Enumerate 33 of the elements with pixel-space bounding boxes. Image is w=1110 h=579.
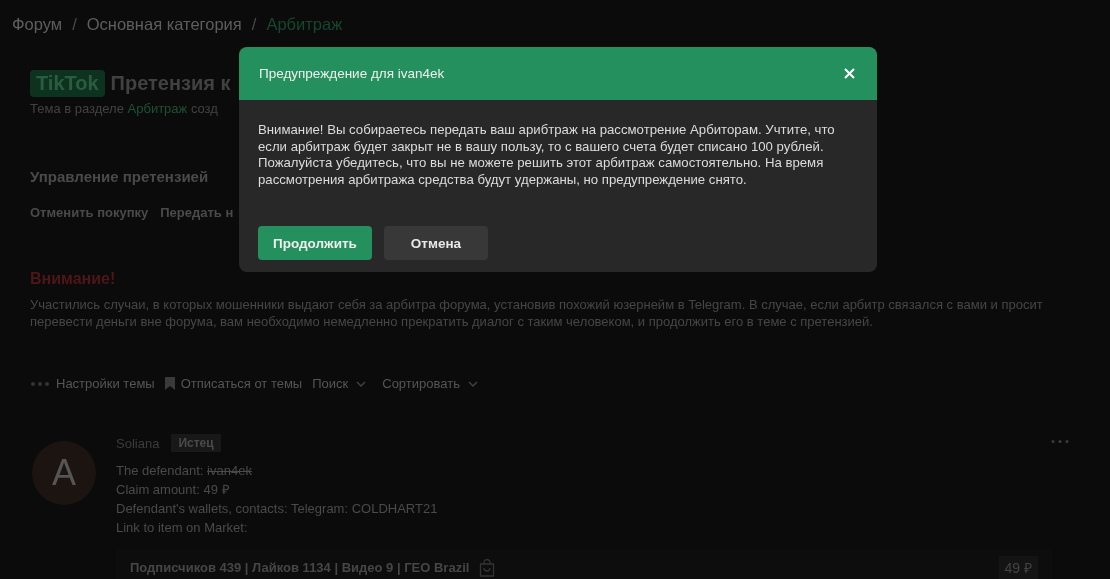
breadcrumb-link[interactable]: Арбитраж	[266, 14, 343, 34]
breadcrumb-link[interactable]: Основная категория	[86, 14, 242, 34]
close-icon[interactable]	[844, 68, 855, 79]
section-heading: Управление претензией	[30, 168, 209, 185]
chevron-icon	[467, 380, 478, 387]
toolbar-link[interactable]: Настройки темы	[56, 376, 155, 391]
dialog-message: Внимание! Вы собираетесь передать ваш арибтраж на рассмотрение Арбиторам. Учтите, что если арбитраж будет закрыт не в вашу пользу, то с вашего счета будет списано 100 рублей. Пожалуйста убедитесь, что вы не можете решить этот арбитраж самостоятельно. На время рассмотрения арбитража средства будут удержаны, но предупреждение снято.	[257, 121, 836, 188]
field-label: The defendant:	[116, 463, 204, 478]
chevron-icon	[356, 380, 367, 387]
field-label: Link to item on Market:	[116, 520, 248, 535]
avatar: A	[32, 441, 96, 505]
dialog-title: Предупреждение для ivan4ek	[259, 66, 445, 81]
more-icon	[30, 380, 50, 387]
dropdown-button[interactable]: Поиск	[312, 376, 367, 391]
section-link[interactable]: Арбитраж	[127, 101, 188, 116]
field-label: Defendant's wallets, contacts:	[116, 501, 288, 516]
notice-title: Внимание!	[30, 270, 117, 288]
toolbar-link[interactable]: Отписаться от темы	[180, 376, 303, 391]
action-link[interactable]: Передать н	[160, 205, 234, 220]
field-value: ivan4ek	[207, 463, 252, 478]
breadcrumb-separator: /	[72, 14, 77, 34]
breadcrumb-link[interactable]: Форум	[12, 14, 63, 34]
action-link[interactable]: Отменить покупку	[30, 205, 149, 220]
cancel-button[interactable]: Отмена	[383, 226, 489, 260]
continue-button[interactable]: Продолжить	[258, 226, 372, 260]
field-label: Claim amount:	[116, 482, 200, 497]
dropdown-button[interactable]: Сортировать	[382, 376, 478, 391]
shopping-bag-icon	[479, 558, 496, 577]
item-stats: Подписчиков 439 | Лайков 1134 | Видео 9 | ГЕО Brazil	[130, 560, 470, 575]
bookmark-icon	[164, 377, 175, 390]
field-value: Telegram: COLDHART21	[290, 501, 438, 516]
field-value: 49 ₽	[203, 482, 230, 497]
breadcrumb-separator: /	[251, 14, 257, 34]
